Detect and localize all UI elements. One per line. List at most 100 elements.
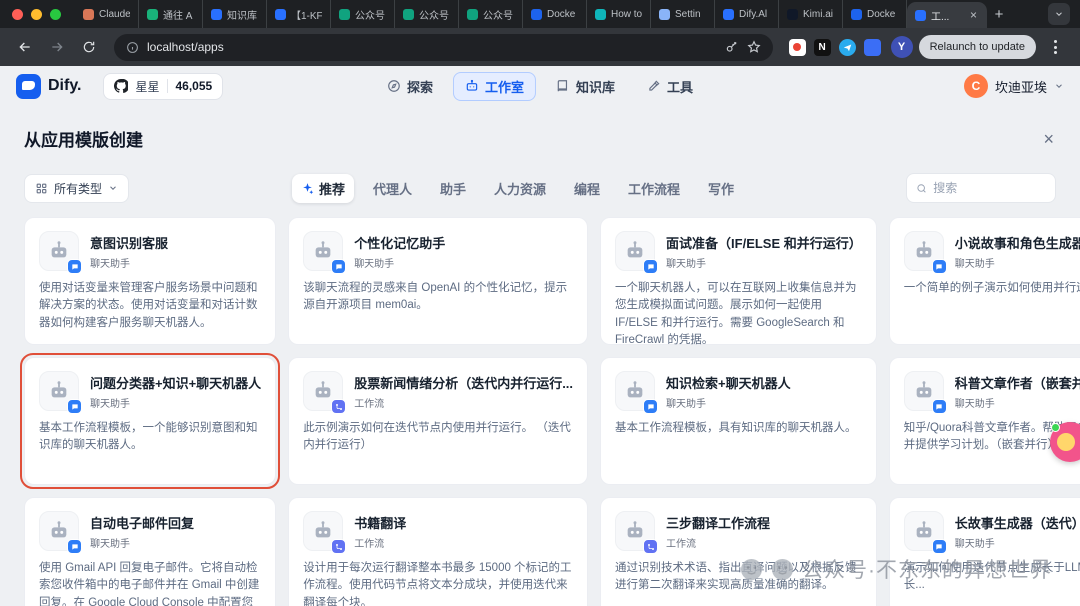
- card-category: 聊天助手: [90, 395, 261, 410]
- card-category: 聊天助手: [955, 395, 1080, 410]
- nav-item[interactable]: 工作室: [453, 72, 536, 101]
- tab-favicon-icon: [339, 9, 350, 20]
- browser-tab[interactable]: How to: [587, 0, 651, 28]
- category-tab[interactable]: 写作: [699, 174, 743, 203]
- chat-badge-icon: [643, 399, 658, 414]
- forward-button[interactable]: [44, 34, 70, 60]
- nav-item[interactable]: 知识库: [544, 72, 627, 101]
- category-tab[interactable]: 代理人: [364, 174, 421, 203]
- card-title: 股票新闻情绪分析（迭代内并行运行...: [354, 373, 573, 392]
- omnibox[interactable]: localhost/apps: [114, 34, 773, 61]
- template-card[interactable]: 长故事生成器（迭代）聊天助手演示如何使用迭代节点生成长于LLMs上下文长度的长.…: [889, 497, 1080, 606]
- template-card[interactable]: 问题分类器+知识+聊天机器人聊天助手基本工作流程模板，一个能够识别意图和知识库的…: [24, 357, 276, 485]
- back-button[interactable]: [12, 34, 38, 60]
- category-tabs: 推荐代理人助手人力资源编程工作流程写作: [129, 174, 906, 203]
- arrow-left-icon: [17, 39, 33, 55]
- reload-icon: [82, 40, 96, 54]
- account-menu[interactable]: C 坎迪亚埃: [964, 74, 1064, 98]
- password-key-icon[interactable]: [725, 40, 739, 54]
- nav-item-label: 探索: [407, 77, 433, 96]
- tab-label: Kimi.ai: [803, 9, 834, 20]
- nav-item[interactable]: 工具: [635, 72, 705, 101]
- category-tab-label: 推荐: [319, 179, 345, 198]
- robot-icon: [615, 371, 655, 411]
- extension-icon[interactable]: [789, 39, 806, 56]
- close-icon[interactable]: ×: [1043, 130, 1054, 148]
- browser-tab[interactable]: 知识库: [203, 0, 267, 28]
- card-category: 聊天助手: [90, 535, 194, 550]
- category-tab[interactable]: 工作流程: [619, 174, 689, 203]
- robot-icon: [39, 371, 79, 411]
- template-card[interactable]: 知识检索+聊天机器人聊天助手基本工作流程模板，具有知识库的聊天机器人。: [600, 357, 877, 485]
- card-title: 面试准备（IF/ELSE 和并行运行）: [666, 233, 862, 252]
- tools-icon: [647, 79, 661, 93]
- browser-tab[interactable]: Claude: [75, 0, 139, 28]
- relaunch-button[interactable]: Relaunch to update: [919, 35, 1036, 59]
- card-category: 聊天助手: [354, 255, 445, 270]
- template-card[interactable]: 个性化记忆助手聊天助手该聊天流程的灵感来自 OpenAI 的个性化记忆，提示源自…: [288, 217, 588, 345]
- emoji-face-icon: [1057, 433, 1075, 451]
- category-tab[interactable]: 人力资源: [485, 174, 555, 203]
- search-input[interactable]: [933, 181, 1046, 195]
- new-tab-button[interactable]: +: [987, 2, 1011, 26]
- nav-item[interactable]: 探索: [375, 72, 445, 101]
- browser-tab[interactable]: 公众号: [331, 0, 395, 28]
- browser-tab[interactable]: 公众号: [395, 0, 459, 28]
- dify-logo[interactable]: Dify.: [16, 74, 81, 99]
- template-card[interactable]: 科普文章作者（嵌套并行）聊天助手知乎/Quora科普文章作者。帮助用户更快地理解…: [889, 357, 1080, 485]
- browser-tab[interactable]: Kimi.ai: [779, 0, 843, 28]
- category-tab[interactable]: 推荐: [292, 174, 354, 203]
- browser-tab[interactable]: 公众号: [459, 0, 523, 28]
- reload-button[interactable]: [76, 34, 102, 60]
- telegram-extension-icon[interactable]: [839, 39, 856, 56]
- category-tab-label: 人力资源: [494, 179, 546, 198]
- tab-close-icon[interactable]: ×: [968, 8, 979, 22]
- explore-icon: [387, 79, 401, 93]
- github-star-badge[interactable]: 星星 46,055: [103, 73, 223, 100]
- browser-tab[interactable]: Settin: [651, 0, 715, 28]
- workflow-badge-icon: [331, 399, 346, 414]
- smiley-face-icon: [771, 558, 794, 581]
- template-card[interactable]: 意图识别客服聊天助手使用对话变量来管理客户服务场景中问题和解决方案的状态。使用对…: [24, 217, 276, 345]
- chat-badge-icon: [932, 259, 947, 274]
- robot-icon: [39, 231, 79, 271]
- robot-icon: [39, 511, 79, 551]
- type-filter-dropdown[interactable]: 所有类型: [24, 174, 129, 203]
- category-tab[interactable]: 助手: [431, 174, 475, 203]
- grid-icon: [35, 182, 48, 195]
- minimize-window-button[interactable]: [31, 9, 42, 20]
- close-window-button[interactable]: [12, 9, 23, 20]
- maximize-window-button[interactable]: [50, 9, 61, 20]
- notion-extension-icon[interactable]: N: [814, 39, 831, 56]
- app-nav: 探索 工作室知识库工具: [375, 72, 705, 101]
- browser-tab[interactable]: 【1-KF: [267, 0, 331, 28]
- site-info-icon[interactable]: [126, 41, 139, 54]
- browser-tab[interactable]: Docke: [843, 0, 907, 28]
- arrow-right-icon: [49, 39, 65, 55]
- browser-tab[interactable]: Dify.Al: [715, 0, 779, 28]
- browser-profile-avatar[interactable]: Y: [891, 36, 913, 58]
- browser-tab[interactable]: 工...×: [907, 2, 987, 28]
- template-card[interactable]: 面试准备（IF/ELSE 和并行运行）聊天助手一个聊天机器人，可以在互联网上收集…: [600, 217, 877, 345]
- card-title: 问题分类器+知识+聊天机器人: [90, 373, 261, 392]
- template-card[interactable]: 小说故事和角色生成器（简单并行运...聊天助手一个简单的例子演示如何使用并行运行…: [889, 217, 1080, 345]
- template-card[interactable]: 三步翻译工作流程工作流通过识别技术术语、指出直译问题以及根据反馈进行第二次翻译来…: [600, 497, 877, 606]
- tab-search-button[interactable]: [1048, 3, 1070, 25]
- chat-badge-icon: [67, 539, 82, 554]
- robot-icon: [615, 511, 655, 551]
- category-tab[interactable]: 编程: [565, 174, 609, 203]
- template-card[interactable]: 自动电子邮件回复聊天助手使用 Gmail API 回复电子邮件。它将自动检索您收…: [24, 497, 276, 606]
- browser-tab[interactable]: 通往 A: [139, 0, 203, 28]
- template-card[interactable]: 股票新闻情绪分析（迭代内并行运行...工作流此示例演示如何在迭代节点内使用并行运…: [288, 357, 588, 485]
- extension-icon[interactable]: [864, 39, 881, 56]
- search-box[interactable]: [906, 173, 1056, 203]
- browser-menu-button[interactable]: [1042, 34, 1068, 60]
- template-card[interactable]: 书籍翻译工作流设计用于每次运行翻译整本书最多 15000 个标记的工作流程。使用…: [288, 497, 588, 606]
- bookmark-star-icon[interactable]: [747, 40, 761, 54]
- page-title: 从应用模版创建: [24, 126, 143, 151]
- watermark: 公众号·不东东的异想世界: [740, 554, 1052, 584]
- user-name: 坎迪亚埃: [995, 77, 1047, 96]
- tab-label: 【1-KF: [291, 7, 322, 22]
- browser-tab[interactable]: Docke: [523, 0, 587, 28]
- card-title: 小说故事和角色生成器（简单并行运...: [955, 233, 1080, 252]
